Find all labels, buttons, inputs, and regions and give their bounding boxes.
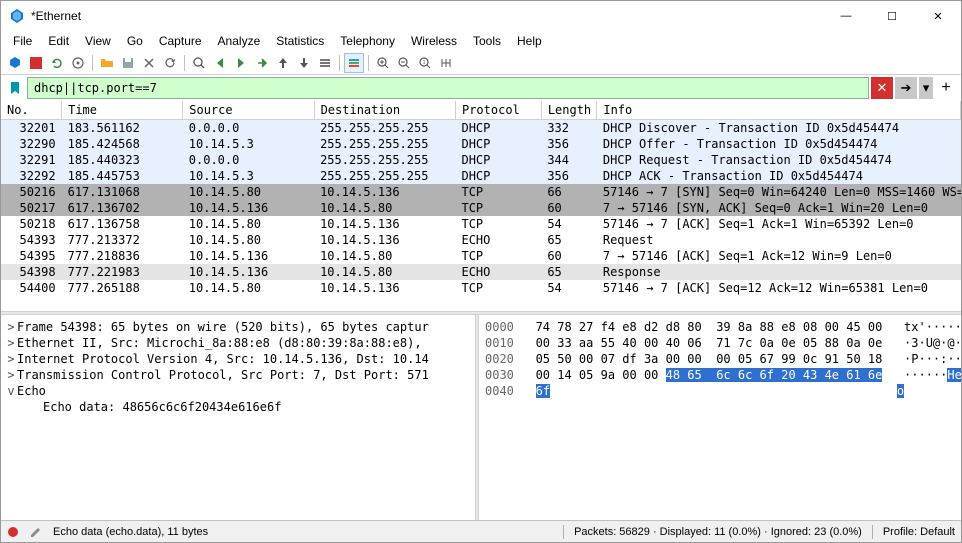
find-packet-icon[interactable] <box>189 53 209 73</box>
packet-row[interactable]: 54400777.26518810.14.5.8010.14.5.136TCP5… <box>1 280 961 296</box>
tree-node[interactable]: vEcho <box>3 383 473 399</box>
column-header[interactable]: Length <box>541 101 597 120</box>
apply-filter-icon[interactable]: ➔ <box>895 77 917 99</box>
menu-tools[interactable]: Tools <box>465 32 509 50</box>
packet-row[interactable]: 50217617.13670210.14.5.13610.14.5.80TCP6… <box>1 200 961 216</box>
reload-file-icon[interactable] <box>160 53 180 73</box>
menu-telephony[interactable]: Telephony <box>332 32 403 50</box>
packet-row[interactable]: 54398777.22198310.14.5.13610.14.5.80ECHO… <box>1 264 961 280</box>
packet-row[interactable]: 54395777.21883610.14.5.13610.14.5.80TCP6… <box>1 248 961 264</box>
colorize-icon[interactable] <box>344 53 364 73</box>
menu-statistics[interactable]: Statistics <box>268 32 332 50</box>
close-button[interactable]: ✕ <box>915 1 961 31</box>
auto-scroll-icon[interactable] <box>315 53 335 73</box>
save-file-icon[interactable] <box>118 53 138 73</box>
start-capture-icon[interactable] <box>5 53 25 73</box>
zoom-reset-icon[interactable]: 1 <box>415 53 435 73</box>
stop-capture-icon[interactable] <box>26 53 46 73</box>
minimize-button[interactable]: — <box>823 1 869 31</box>
packet-row[interactable]: 32291185.4403230.0.0.0255.255.255.255DHC… <box>1 152 961 168</box>
packet-list[interactable]: No.TimeSourceDestinationProtocolLengthIn… <box>1 101 961 311</box>
add-filter-button[interactable]: + <box>935 77 957 99</box>
filter-history-icon[interactable]: ▾ <box>919 77 933 99</box>
menu-view[interactable]: View <box>77 32 119 50</box>
statusbar: Echo data (echo.data), 11 bytes Packets:… <box>1 520 961 542</box>
menu-help[interactable]: Help <box>509 32 550 50</box>
titlebar: *Ethernet — ☐ ✕ <box>1 1 961 31</box>
menu-capture[interactable]: Capture <box>151 32 210 50</box>
tree-node[interactable]: >Frame 54398: 65 bytes on wire (520 bits… <box>3 319 473 335</box>
menu-analyze[interactable]: Analyze <box>210 32 269 50</box>
window-title: *Ethernet <box>31 9 823 23</box>
column-header[interactable]: Protocol <box>455 101 541 120</box>
edit-pencil-icon[interactable] <box>29 525 43 539</box>
column-header[interactable]: No. <box>1 101 62 120</box>
tree-node[interactable]: >Ethernet II, Src: Microchi_8a:88:e8 (d8… <box>3 335 473 351</box>
tree-node[interactable]: >Transmission Control Protocol, Src Port… <box>3 367 473 383</box>
status-field: Echo data (echo.data), 11 bytes <box>53 526 208 538</box>
packet-row[interactable]: 50216617.13106810.14.5.8010.14.5.136TCP6… <box>1 184 961 200</box>
hex-row[interactable]: 0010 00 33 aa 55 40 00 40 06 71 7c 0a 0e… <box>485 335 955 351</box>
packet-row[interactable]: 50218617.13675810.14.5.8010.14.5.136TCP5… <box>1 216 961 232</box>
go-forward-icon[interactable] <box>231 53 251 73</box>
tree-node[interactable]: Echo data: 48656c6c6f20434e616e6f <box>3 399 473 415</box>
go-first-icon[interactable] <box>273 53 293 73</box>
tree-node[interactable]: >Internet Protocol Version 4, Src: 10.14… <box>3 351 473 367</box>
app-icon <box>9 8 25 24</box>
menubar: FileEditViewGoCaptureAnalyzeStatisticsTe… <box>1 31 961 51</box>
close-file-icon[interactable] <box>139 53 159 73</box>
packet-bytes-hex[interactable]: 0000 74 78 27 f4 e8 d2 d8 80 39 8a 88 e8… <box>479 315 961 520</box>
column-header[interactable]: Destination <box>314 101 455 120</box>
bookmark-filter-icon[interactable] <box>5 78 25 98</box>
clear-filter-icon[interactable]: ✕ <box>871 77 893 99</box>
zoom-in-icon[interactable] <box>373 53 393 73</box>
column-header[interactable]: Source <box>183 101 314 120</box>
capture-options-icon[interactable] <box>68 53 88 73</box>
menu-go[interactable]: Go <box>119 32 151 50</box>
expert-info-icon[interactable] <box>7 526 19 538</box>
hex-row[interactable]: 0020 05 50 00 07 df 3a 00 00 00 05 67 99… <box>485 351 955 367</box>
go-back-icon[interactable] <box>210 53 230 73</box>
restart-capture-icon[interactable] <box>47 53 67 73</box>
filterbar: ✕ ➔ ▾ + <box>1 75 961 101</box>
resize-columns-icon[interactable] <box>436 53 456 73</box>
svg-text:1: 1 <box>423 60 426 66</box>
hex-row[interactable]: 0040 6f o <box>485 383 955 399</box>
column-header[interactable]: Time <box>62 101 183 120</box>
toolbar: 1 <box>1 51 961 75</box>
hex-row[interactable]: 0000 74 78 27 f4 e8 d2 d8 80 39 8a 88 e8… <box>485 319 955 335</box>
menu-edit[interactable]: Edit <box>40 32 77 50</box>
packet-details-tree[interactable]: >Frame 54398: 65 bytes on wire (520 bits… <box>1 315 475 520</box>
open-file-icon[interactable] <box>97 53 117 73</box>
column-header[interactable]: Info <box>597 101 961 120</box>
status-profile[interactable]: Profile: Default <box>883 526 955 538</box>
maximize-button[interactable]: ☐ <box>869 1 915 31</box>
go-to-packet-icon[interactable] <box>252 53 272 73</box>
hex-row[interactable]: 0030 00 14 05 9a 00 00 48 65 6c 6c 6f 20… <box>485 367 955 383</box>
menu-wireless[interactable]: Wireless <box>403 32 465 50</box>
go-last-icon[interactable] <box>294 53 314 73</box>
packet-row[interactable]: 32292185.44575310.14.5.3255.255.255.255D… <box>1 168 961 184</box>
zoom-out-icon[interactable] <box>394 53 414 73</box>
display-filter-input[interactable] <box>27 77 869 99</box>
packet-row[interactable]: 32290185.42456810.14.5.3255.255.255.255D… <box>1 136 961 152</box>
packet-row[interactable]: 32201183.5611620.0.0.0255.255.255.255DHC… <box>1 120 961 137</box>
menu-file[interactable]: File <box>5 32 40 50</box>
status-packets: Packets: 56829 · Displayed: 11 (0.0%) · … <box>574 526 862 538</box>
packet-row[interactable]: 54393777.21337210.14.5.8010.14.5.136ECHO… <box>1 232 961 248</box>
